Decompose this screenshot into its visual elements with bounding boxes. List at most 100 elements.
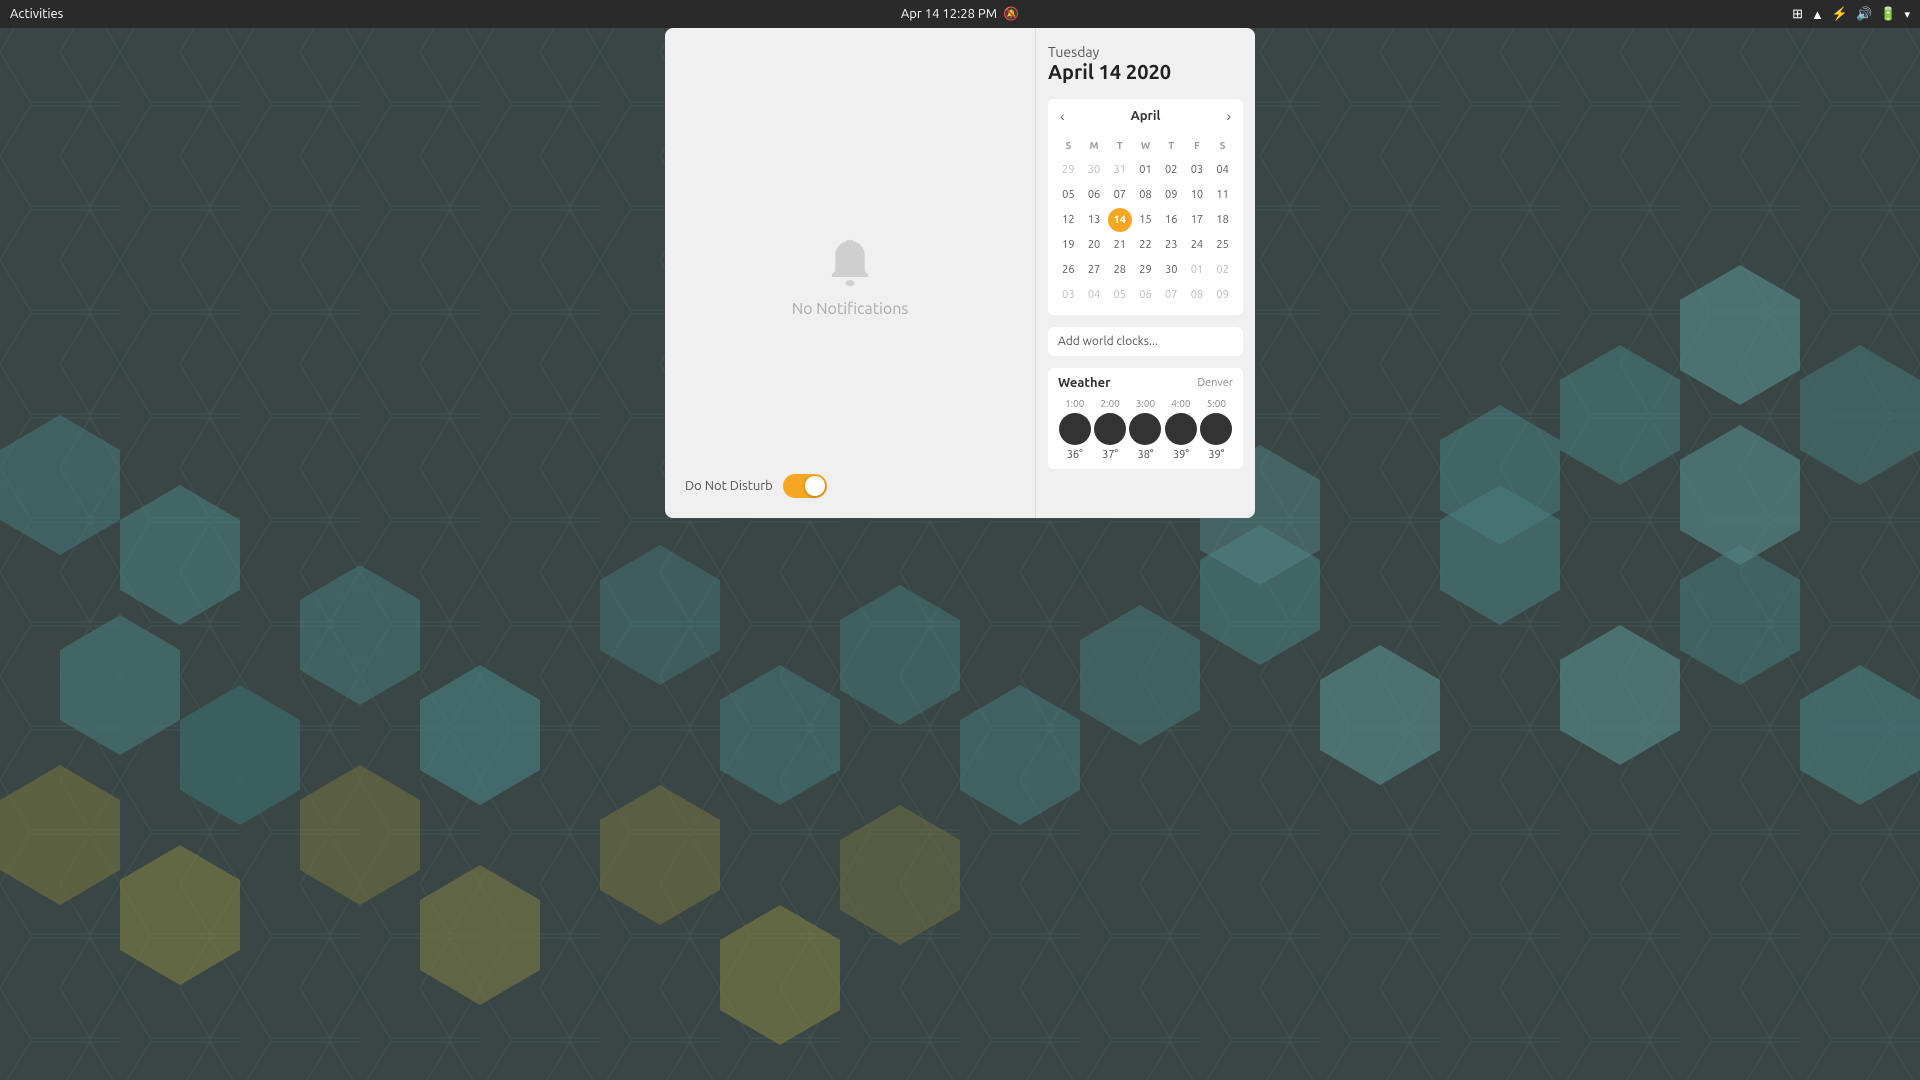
weather-temperature: 39° xyxy=(1164,449,1197,461)
calendar-header: ‹ April › xyxy=(1056,107,1235,125)
dnd-toggle[interactable] xyxy=(783,474,827,498)
dnd-row: Do Not Disturb xyxy=(685,474,827,498)
weather-time-label: 5:00 xyxy=(1200,398,1233,409)
weather-time-column: 2:00 37° xyxy=(1093,398,1126,461)
battery-icon[interactable]: 🔋 xyxy=(1880,7,1896,22)
calendar-grid: SMTWTFS293031010203040506070809101112131… xyxy=(1056,133,1235,307)
add-world-clocks-button[interactable]: Add world clocks... xyxy=(1048,327,1243,356)
date-full: April 14 2020 xyxy=(1048,60,1243,83)
calendar-day-cell[interactable]: 11 xyxy=(1211,183,1235,207)
calendar-day-cell[interactable]: 08 xyxy=(1185,283,1209,307)
calendar-day-cell[interactable]: 31 xyxy=(1108,158,1132,182)
calendar-day-header: F xyxy=(1185,133,1209,157)
system-tray-expand-icon[interactable]: ▾ xyxy=(1904,8,1910,21)
weather-temperature: 37° xyxy=(1093,449,1126,461)
calendar-day-cell[interactable]: 18 xyxy=(1211,208,1235,232)
calendar-day-cell[interactable]: 09 xyxy=(1159,183,1183,207)
weather-condition-icon xyxy=(1094,413,1126,445)
weather-location: Denver xyxy=(1197,377,1233,389)
weather-time-label: 1:00 xyxy=(1058,398,1091,409)
calendar-next-button[interactable]: › xyxy=(1222,107,1235,125)
calendar-day-cell[interactable]: 15 xyxy=(1133,208,1157,232)
calendar-day-cell[interactable]: 29 xyxy=(1133,258,1157,282)
weather-time-label: 3:00 xyxy=(1129,398,1162,409)
calendar-day-header: S xyxy=(1056,133,1080,157)
calendar-day-cell[interactable]: 30 xyxy=(1082,158,1106,182)
calendar-day-cell[interactable]: 17 xyxy=(1185,208,1209,232)
calendar-day-cell[interactable]: 30 xyxy=(1159,258,1183,282)
weather-header: Weather Denver xyxy=(1058,376,1233,390)
bell-icon xyxy=(824,238,876,290)
calendar-day-header: W xyxy=(1133,133,1157,157)
weather-times-grid: 1:00 36° 2:00 37°3:0038°4:00 39° 5:00 39° xyxy=(1058,398,1233,461)
calendar-day-cell[interactable]: 12 xyxy=(1056,208,1080,232)
calendar-day-cell[interactable]: 06 xyxy=(1082,183,1106,207)
datetime-display[interactable]: Apr 14 12:28 PM xyxy=(901,7,997,21)
calendar-day-cell[interactable]: 13 xyxy=(1082,208,1106,232)
calendar-day-cell[interactable]: 09 xyxy=(1211,283,1235,307)
calendar-day-cell[interactable]: 04 xyxy=(1082,283,1106,307)
volume-icon[interactable]: 🔊 xyxy=(1856,7,1872,22)
calendar-day-cell[interactable]: 05 xyxy=(1108,283,1132,307)
calendar-day-cell[interactable]: 02 xyxy=(1159,158,1183,182)
notifications-panel: No Notifications Do Not Disturb xyxy=(665,28,1035,518)
calendar-day-cell[interactable]: 08 xyxy=(1133,183,1157,207)
weather-time-column: 3:0038° xyxy=(1129,398,1162,461)
calendar-day-cell[interactable]: 04 xyxy=(1211,158,1235,182)
notifications-empty-state: No Notifications xyxy=(792,108,909,448)
calendar-day-header: T xyxy=(1108,133,1132,157)
calendar-day-header: S xyxy=(1211,133,1235,157)
bluetooth-icon[interactable]: ⚡ xyxy=(1832,7,1848,22)
calendar-day-cell[interactable]: 02 xyxy=(1211,258,1235,282)
weather-temperature: 36° xyxy=(1058,449,1091,461)
calendar-day-cell[interactable]: 22 xyxy=(1133,233,1157,257)
weather-condition-icon xyxy=(1165,413,1197,445)
topbar: Activities Apr 14 12:28 PM 🔕 ⊞ ▲ ⚡ 🔊 🔋 ▾ xyxy=(0,0,1920,28)
notification-calendar-panel: No Notifications Do Not Disturb Tuesday … xyxy=(665,28,1255,518)
weather-time-label: 4:00 xyxy=(1164,398,1197,409)
calendar-day-cell[interactable]: 26 xyxy=(1056,258,1080,282)
weather-time-label: 2:00 xyxy=(1093,398,1126,409)
notification-bell-icon: 🔕 xyxy=(1003,7,1019,22)
calendar-day-cell[interactable]: 14 xyxy=(1108,208,1132,232)
day-name: Tuesday xyxy=(1048,44,1243,60)
calendar-day-cell[interactable]: 20 xyxy=(1082,233,1106,257)
calendar-day-cell[interactable]: 07 xyxy=(1159,283,1183,307)
topbar-right: ⊞ ▲ ⚡ 🔊 🔋 ▾ xyxy=(1792,7,1910,22)
calendar-day-cell[interactable]: 25 xyxy=(1211,233,1235,257)
calendar-day-cell[interactable]: 05 xyxy=(1056,183,1080,207)
calendar-day-cell[interactable]: 24 xyxy=(1185,233,1209,257)
weather-temperature: 39° xyxy=(1200,449,1233,461)
activities-button[interactable]: Activities xyxy=(10,7,63,21)
calendar-day-cell[interactable]: 03 xyxy=(1185,158,1209,182)
dnd-label: Do Not Disturb xyxy=(685,479,773,493)
calendar-day-cell[interactable]: 01 xyxy=(1185,258,1209,282)
calendar-day-cell[interactable]: 03 xyxy=(1056,283,1080,307)
calendar-day-cell[interactable]: 21 xyxy=(1108,233,1132,257)
calendar-day-header: T xyxy=(1159,133,1183,157)
weather-condition-icon xyxy=(1129,413,1161,445)
weather-title: Weather xyxy=(1058,376,1110,390)
calendar-day-header: M xyxy=(1082,133,1106,157)
right-panel: Tuesday April 14 2020 ‹ April › SMTWTFS2… xyxy=(1035,28,1255,518)
weather-time-column: 1:00 36° xyxy=(1058,398,1091,461)
calendar-prev-button[interactable]: ‹ xyxy=(1056,107,1069,125)
calendar-day-cell[interactable]: 01 xyxy=(1133,158,1157,182)
calendar-day-cell[interactable]: 16 xyxy=(1159,208,1183,232)
calendar-day-cell[interactable]: 23 xyxy=(1159,233,1183,257)
weather-condition-icon xyxy=(1059,413,1091,445)
grid-icon[interactable]: ⊞ xyxy=(1792,7,1803,22)
calendar-day-cell[interactable]: 10 xyxy=(1185,183,1209,207)
calendar-month-label: April xyxy=(1131,109,1161,123)
calendar-day-cell[interactable]: 06 xyxy=(1133,283,1157,307)
weather-time-column: 5:00 39° xyxy=(1200,398,1233,461)
calendar-day-cell[interactable]: 29 xyxy=(1056,158,1080,182)
calendar-day-cell[interactable]: 07 xyxy=(1108,183,1132,207)
calendar-day-cell[interactable]: 19 xyxy=(1056,233,1080,257)
wifi-icon[interactable]: ▲ xyxy=(1811,7,1824,22)
date-heading: Tuesday April 14 2020 xyxy=(1048,44,1243,87)
no-notifications-text: No Notifications xyxy=(792,300,909,318)
calendar-day-cell[interactable]: 28 xyxy=(1108,258,1132,282)
topbar-center: Apr 14 12:28 PM 🔕 xyxy=(901,7,1019,22)
calendar-day-cell[interactable]: 27 xyxy=(1082,258,1106,282)
